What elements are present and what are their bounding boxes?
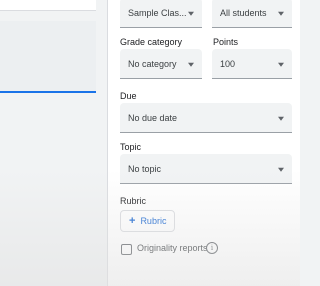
grade-category-chevron-down-icon [188, 62, 194, 67]
plus-icon: + [129, 214, 136, 227]
due-select[interactable]: No due date [120, 103, 292, 133]
topic-label: Topic [120, 142, 142, 152]
grade-category-label: Grade category [120, 37, 183, 47]
instructions-area[interactable] [0, 21, 96, 93]
left-pane [0, 0, 106, 286]
students-select[interactable]: All students [212, 0, 292, 28]
info-icon[interactable]: i [206, 242, 218, 254]
points-select[interactable]: 100 [212, 49, 292, 79]
add-rubric-label: Rubric [140, 216, 167, 226]
class-select[interactable]: Sample Clas... [120, 0, 202, 28]
add-rubric-button[interactable]: + Rubric [120, 210, 176, 232]
settings-panel: Sample Clas... All students Grade catego… [108, 0, 300, 286]
class-select-value: Sample Clas... [128, 7, 187, 18]
topic-chevron-down-icon [278, 167, 284, 172]
points-value: 100 [220, 58, 236, 69]
rubric-label: Rubric [120, 196, 147, 206]
students-select-value: All students [220, 7, 267, 18]
grade-category-select[interactable]: No category [120, 49, 202, 79]
points-chevron-down-icon [278, 62, 284, 67]
grade-category-value: No category [128, 58, 177, 69]
topic-value: No topic [128, 163, 162, 174]
topic-select[interactable]: No topic [120, 154, 292, 184]
students-select-chevron-down-icon [278, 11, 284, 16]
due-value: No due date [128, 112, 178, 123]
due-label: Due [120, 91, 137, 101]
left-top-strip [0, 0, 96, 11]
points-label: Points [213, 37, 239, 47]
due-chevron-down-icon [278, 116, 284, 121]
originality-reports-checkbox[interactable] [121, 244, 132, 255]
originality-reports-label: Originality reports [137, 243, 208, 253]
class-select-chevron-down-icon [188, 11, 194, 16]
